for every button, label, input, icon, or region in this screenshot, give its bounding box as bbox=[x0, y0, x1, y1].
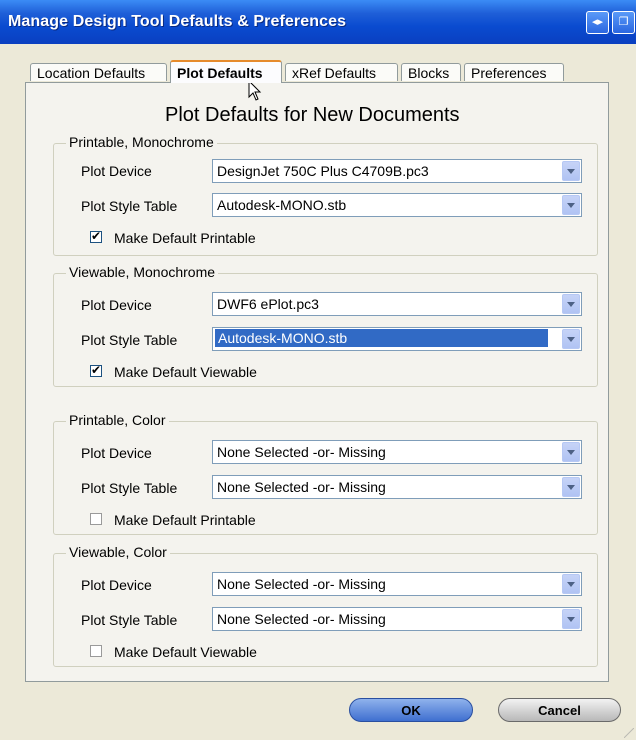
restore-icon[interactable]: ❐ bbox=[612, 11, 635, 34]
group-legend: Viewable, Monochrome bbox=[66, 264, 219, 280]
make-default-label: Make Default Viewable bbox=[114, 364, 257, 380]
plot-device-value: None Selected -or- Missing bbox=[217, 444, 386, 460]
plot-style-select[interactable]: Autodesk-MONO.stb bbox=[212, 327, 582, 351]
title-bar: Manage Design Tool Defaults & Preference… bbox=[0, 0, 636, 44]
plot-device-label: Plot Device bbox=[81, 577, 152, 593]
window-title: Manage Design Tool Defaults & Preference… bbox=[8, 13, 347, 30]
tab-blocks[interactable]: Blocks bbox=[401, 63, 461, 81]
resize-grip-icon[interactable] bbox=[624, 728, 634, 738]
plot-style-select[interactable]: None Selected -or- Missing bbox=[212, 475, 582, 499]
chevron-down-icon[interactable] bbox=[562, 329, 580, 349]
plot-style-label: Plot Style Table bbox=[81, 612, 178, 628]
group-viewable-monochrome: Viewable, Monochrome Plot Device DWF6 eP… bbox=[53, 264, 598, 387]
chevron-down-icon[interactable] bbox=[562, 477, 580, 497]
make-default-label: Make Default Printable bbox=[114, 512, 256, 528]
plot-device-value: DesignJet 750C Plus C4709B.pc3 bbox=[217, 163, 429, 179]
make-default-checkbox[interactable] bbox=[90, 645, 102, 657]
chevron-down-icon[interactable] bbox=[562, 195, 580, 215]
make-default-checkbox[interactable] bbox=[90, 229, 102, 243]
chevron-down-icon[interactable] bbox=[562, 294, 580, 314]
tab-location-defaults[interactable]: Location Defaults bbox=[30, 63, 167, 81]
tab-preferences[interactable]: Preferences bbox=[464, 63, 564, 81]
make-default-checkbox[interactable] bbox=[90, 513, 102, 525]
group-legend: Printable, Color bbox=[66, 412, 169, 428]
group-printable-color: Printable, Color Plot Device None Select… bbox=[53, 412, 598, 535]
group-legend: Printable, Monochrome bbox=[66, 134, 217, 150]
plot-style-label: Plot Style Table bbox=[81, 198, 178, 214]
cancel-button[interactable]: Cancel bbox=[498, 698, 621, 722]
dialog-window: Manage Design Tool Defaults & Preference… bbox=[0, 0, 636, 740]
plot-device-label: Plot Device bbox=[81, 445, 152, 461]
chevron-down-icon[interactable] bbox=[562, 442, 580, 462]
help-icon[interactable]: ◂▸ bbox=[586, 11, 609, 34]
tab-plot-defaults[interactable]: Plot Defaults bbox=[170, 60, 282, 83]
plot-device-select[interactable]: DesignJet 750C Plus C4709B.pc3 bbox=[212, 159, 582, 183]
plot-style-label: Plot Style Table bbox=[81, 332, 178, 348]
group-printable-monochrome: Printable, Monochrome Plot Device Design… bbox=[53, 134, 598, 256]
plot-device-select[interactable]: None Selected -or- Missing bbox=[212, 572, 582, 596]
plot-device-label: Plot Device bbox=[81, 163, 152, 179]
plot-style-select[interactable]: None Selected -or- Missing bbox=[212, 607, 582, 631]
chevron-down-icon[interactable] bbox=[562, 161, 580, 181]
plot-style-value: None Selected -or- Missing bbox=[217, 479, 386, 495]
plot-device-select[interactable]: DWF6 ePlot.pc3 bbox=[212, 292, 582, 316]
ok-button[interactable]: OK bbox=[349, 698, 473, 722]
plot-device-value: DWF6 ePlot.pc3 bbox=[217, 296, 319, 312]
make-default-label: Make Default Printable bbox=[114, 230, 256, 246]
plot-style-value: None Selected -or- Missing bbox=[217, 611, 386, 627]
make-default-checkbox[interactable] bbox=[90, 363, 102, 377]
page-heading: Plot Defaults for New Documents bbox=[165, 104, 460, 126]
chevron-down-icon[interactable] bbox=[562, 574, 580, 594]
plot-style-value: Autodesk-MONO.stb bbox=[215, 329, 548, 347]
chevron-down-icon[interactable] bbox=[562, 609, 580, 629]
plot-style-label: Plot Style Table bbox=[81, 480, 178, 496]
group-viewable-color: Viewable, Color Plot Device None Selecte… bbox=[53, 544, 598, 667]
tab-xref-defaults[interactable]: xRef Defaults bbox=[285, 63, 398, 81]
make-default-label: Make Default Viewable bbox=[114, 644, 257, 660]
plot-device-select[interactable]: None Selected -or- Missing bbox=[212, 440, 582, 464]
plot-device-label: Plot Device bbox=[81, 297, 152, 313]
group-legend: Viewable, Color bbox=[66, 544, 170, 560]
plot-style-value: Autodesk-MONO.stb bbox=[217, 197, 347, 213]
plot-device-value: None Selected -or- Missing bbox=[217, 576, 386, 592]
plot-style-select[interactable]: Autodesk-MONO.stb bbox=[212, 193, 582, 217]
